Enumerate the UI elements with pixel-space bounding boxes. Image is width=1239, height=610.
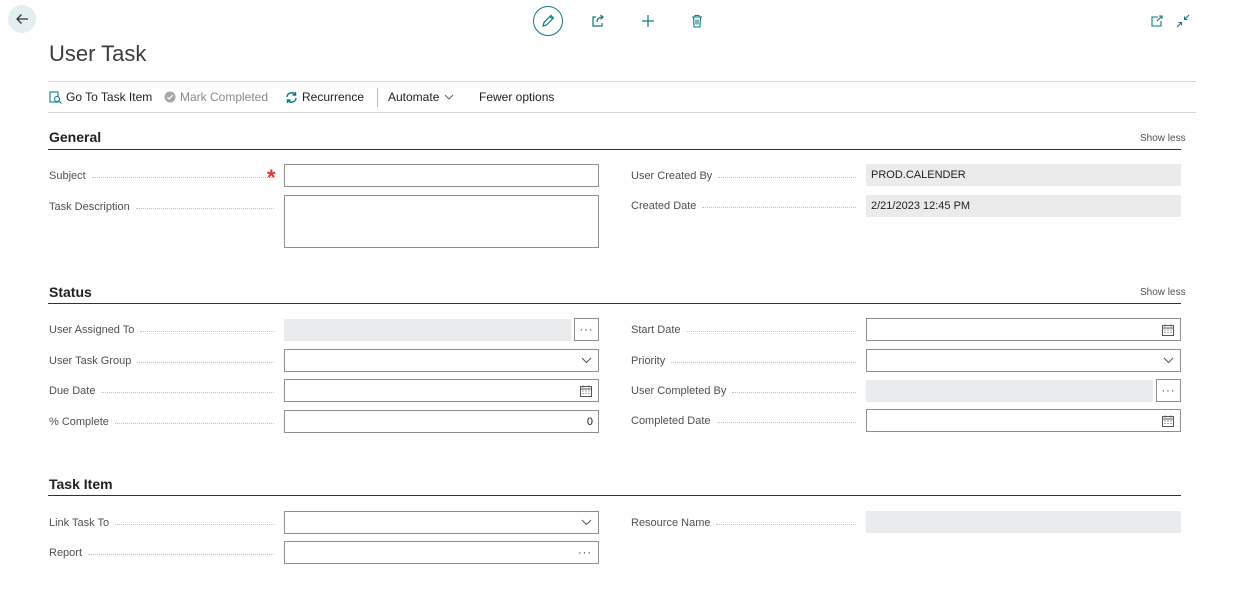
- created-date-label-text: Created Date: [631, 200, 697, 212]
- recurrence-icon: [285, 91, 298, 104]
- priority-label-text: Priority: [631, 355, 666, 367]
- task-description-label: Task Description: [49, 200, 274, 214]
- open-new-window-icon: [1150, 14, 1164, 28]
- user-created-by-label: User Created By: [631, 169, 856, 183]
- section-title-task-item: Task Item: [49, 476, 113, 492]
- chevron-down-icon: [581, 357, 592, 364]
- user-created-by-label-text: User Created By: [631, 170, 713, 182]
- calendar-icon[interactable]: [1162, 415, 1174, 427]
- delete-icon: [690, 14, 704, 28]
- fewer-options-action[interactable]: Fewer options: [479, 82, 554, 112]
- search-task-icon: [49, 90, 62, 104]
- resource-name-label: Resource Name: [631, 516, 856, 530]
- ellipsis-icon: ···: [1161, 384, 1176, 397]
- go-to-task-item-action[interactable]: Go To Task Item: [49, 82, 152, 112]
- chevron-down-icon: [444, 94, 454, 100]
- subject-input[interactable]: [284, 164, 599, 187]
- due-date-label-text: Due Date: [49, 385, 96, 397]
- user-completed-by-lookup-button[interactable]: ···: [1156, 379, 1181, 402]
- user-assigned-to-lookup-button[interactable]: ···: [574, 318, 599, 341]
- created-date-label: Created Date: [631, 199, 856, 213]
- ellipsis-icon: ···: [579, 323, 594, 336]
- due-date-label: Due Date: [49, 384, 274, 398]
- user-assigned-to-value: [284, 319, 571, 341]
- automate-menu[interactable]: Automate: [388, 82, 454, 112]
- subject-label: Subject: [49, 169, 274, 183]
- subject-label-text: Subject: [49, 170, 86, 182]
- link-task-to-select[interactable]: [284, 511, 599, 534]
- start-date-label-text: Start Date: [631, 324, 681, 336]
- link-task-to-label-text: Link Task To: [49, 517, 110, 529]
- section-title-status: Status: [49, 284, 92, 300]
- calendar-icon[interactable]: [580, 385, 592, 397]
- completed-date-label-text: Completed Date: [631, 415, 711, 427]
- user-created-by-value: PROD.CALENDER: [866, 164, 1181, 186]
- recurrence-label: Recurrence: [302, 90, 365, 104]
- report-label: Report: [49, 546, 274, 560]
- calendar-icon[interactable]: [1162, 324, 1174, 336]
- priority-label: Priority: [631, 354, 856, 368]
- percent-complete-input[interactable]: 0: [284, 410, 599, 433]
- user-completed-by-value: [866, 380, 1153, 402]
- fewer-options-label: Fewer options: [479, 90, 555, 104]
- start-date-input[interactable]: [866, 318, 1181, 341]
- ellipsis-icon[interactable]: ···: [578, 547, 592, 559]
- back-button[interactable]: [8, 5, 36, 33]
- action-bar: Go To Task Item Mark Completed Recurrenc…: [48, 81, 1196, 113]
- created-date-value: 2/21/2023 12:45 PM: [866, 195, 1181, 217]
- completed-date-input[interactable]: [866, 409, 1181, 432]
- edit-button[interactable]: [533, 6, 563, 36]
- new-button[interactable]: [633, 6, 663, 36]
- collapse-button[interactable]: [1168, 6, 1198, 36]
- share-icon: [591, 14, 605, 28]
- task-description-label-text: Task Description: [49, 201, 130, 213]
- user-task-group-select[interactable]: [284, 349, 599, 372]
- link-task-to-label: Link Task To: [49, 516, 274, 530]
- delete-button[interactable]: [682, 6, 712, 36]
- resource-name-value: [866, 511, 1181, 533]
- report-input[interactable]: ···: [284, 541, 599, 564]
- action-separator: [377, 88, 378, 107]
- recurrence-action[interactable]: Recurrence: [285, 82, 364, 112]
- user-task-group-label-text: User Task Group: [49, 355, 132, 367]
- automate-label: Automate: [388, 90, 440, 104]
- go-to-task-item-label: Go To Task Item: [66, 90, 153, 104]
- user-completed-by-label: User Completed By: [631, 384, 856, 398]
- task-description-input[interactable]: [284, 195, 599, 248]
- collapse-icon: [1176, 14, 1190, 28]
- section-divider: [48, 495, 1181, 496]
- section-divider: [48, 149, 1181, 150]
- section-divider: [48, 303, 1181, 304]
- page-title: User Task: [49, 41, 147, 66]
- mark-completed-action[interactable]: Mark Completed: [164, 82, 268, 112]
- plus-icon: [641, 14, 655, 28]
- mark-completed-label: Mark Completed: [180, 90, 269, 104]
- resource-name-label-text: Resource Name: [631, 517, 711, 529]
- status-show-less[interactable]: Show less: [1140, 287, 1186, 298]
- user-assigned-to-label: User Assigned To: [49, 323, 274, 337]
- start-date-label: Start Date: [631, 323, 856, 337]
- percent-complete-label: % Complete: [49, 415, 274, 429]
- percent-complete-label-text: % Complete: [49, 416, 109, 428]
- chevron-down-icon: [581, 519, 592, 526]
- due-date-input[interactable]: [284, 379, 599, 402]
- edit-icon: [541, 14, 555, 28]
- share-button[interactable]: [583, 6, 613, 36]
- check-circle-icon: [164, 91, 176, 103]
- user-assigned-to-label-text: User Assigned To: [49, 324, 135, 336]
- user-completed-by-label-text: User Completed By: [631, 385, 727, 397]
- completed-date-label: Completed Date: [631, 414, 856, 428]
- user-task-group-label: User Task Group: [49, 354, 274, 368]
- chevron-down-icon: [1163, 357, 1174, 364]
- required-indicator: *: [267, 165, 276, 190]
- priority-select[interactable]: [866, 349, 1181, 372]
- back-arrow-icon: [14, 11, 30, 27]
- section-title-general: General: [49, 129, 102, 145]
- general-show-less[interactable]: Show less: [1140, 133, 1186, 144]
- report-label-text: Report: [49, 547, 83, 559]
